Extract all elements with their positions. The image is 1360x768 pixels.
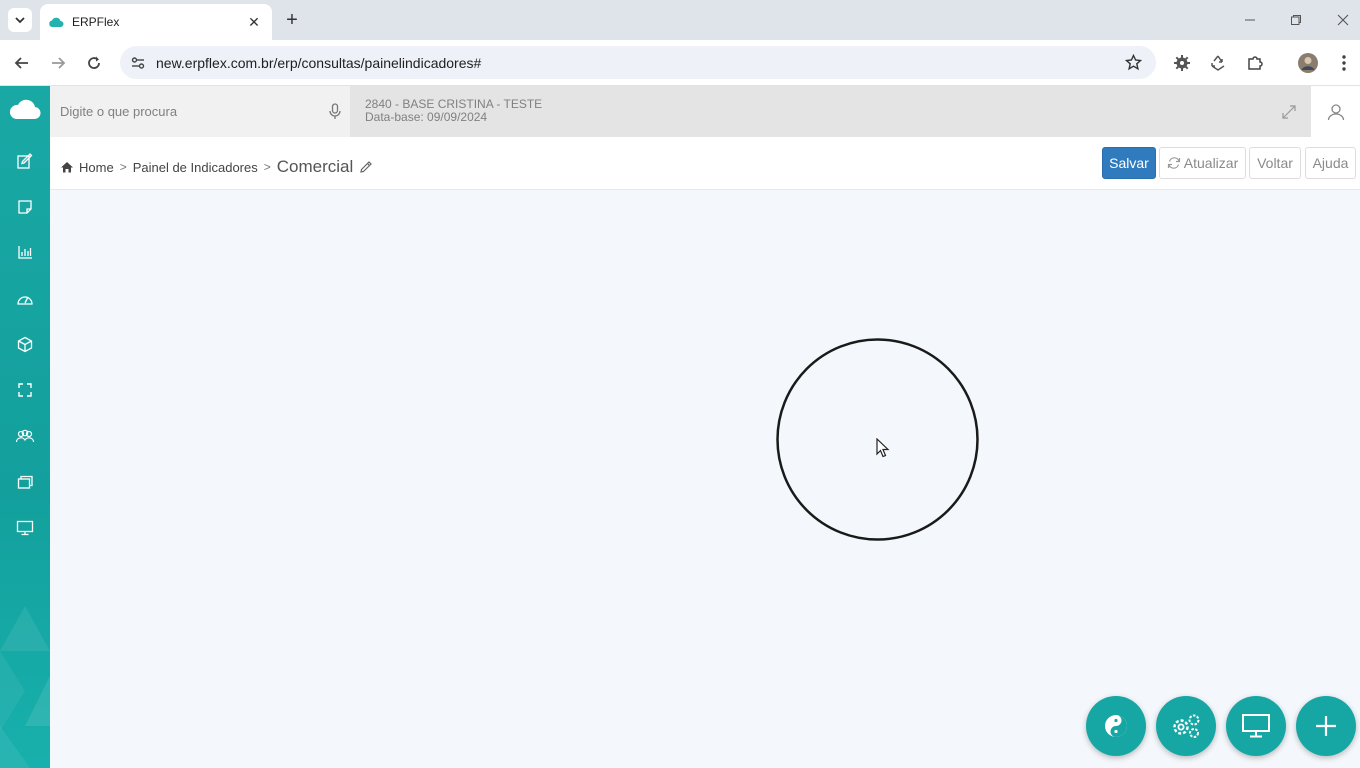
page-header: Home > Painel de Indicadores > Comercial… <box>50 137 1360 190</box>
indicators-panel-content <box>50 190 1360 768</box>
mouse-cursor-icon <box>876 438 890 458</box>
minimize-icon[interactable] <box>1240 10 1260 30</box>
close-tab-icon[interactable]: ✕ <box>244 12 264 32</box>
bookmark-star-icon[interactable] <box>1125 54 1142 71</box>
url-text: new.erpflex.com.br/erp/consultas/paineli… <box>156 54 482 71</box>
site-info-icon[interactable] <box>130 55 146 71</box>
add-fab-button[interactable] <box>1296 696 1356 756</box>
tab-search-button[interactable] <box>8 8 32 32</box>
logo-cloud-icon[interactable] <box>7 96 43 122</box>
browser-toolbar: new.erpflex.com.br/erp/consultas/paineli… <box>0 40 1360 86</box>
tab-title: ERPFlex <box>72 15 120 29</box>
app-sidebar <box>0 86 50 768</box>
address-bar[interactable]: new.erpflex.com.br/erp/consultas/paineli… <box>120 46 1156 79</box>
breadcrumb-separator: > <box>263 160 271 174</box>
forward-icon[interactable] <box>47 52 69 74</box>
monitor-icon <box>1242 714 1270 738</box>
settings-fab-button[interactable] <box>1156 696 1216 756</box>
microphone-icon[interactable] <box>329 103 341 120</box>
users-icon[interactable] <box>14 425 36 447</box>
global-search <box>50 86 350 137</box>
gears-icon <box>1173 714 1200 738</box>
dashboard-icon[interactable] <box>14 288 36 310</box>
back-button[interactable]: Voltar <box>1249 147 1301 179</box>
note-icon[interactable] <box>14 196 36 218</box>
box-icon[interactable] <box>14 333 36 355</box>
company-info[interactable]: 2840 - BASE CRISTINA - TESTE Data-base: … <box>350 86 1311 137</box>
reload-icon[interactable] <box>83 52 105 74</box>
refresh-icon <box>1167 157 1180 169</box>
browser-tab-bar: ERPFlex ✕ + <box>0 0 1360 40</box>
breadcrumb-separator: > <box>119 160 127 174</box>
layers-icon[interactable] <box>14 471 36 493</box>
fullscreen-icon[interactable] <box>14 379 36 401</box>
browser-menu-icon[interactable] <box>1333 52 1355 74</box>
refresh-button[interactable]: Atualizar <box>1159 147 1246 179</box>
cloud-icon <box>49 17 64 27</box>
refresh-label: Atualizar <box>1183 155 1239 171</box>
browser-tab[interactable]: ERPFlex ✕ <box>40 4 272 40</box>
home-icon <box>61 162 73 173</box>
restore-icon[interactable] <box>1286 10 1306 30</box>
pencil-icon[interactable] <box>359 160 373 174</box>
page-title: Comercial <box>276 157 354 176</box>
breadcrumb: Home > Painel de Indicadores > Comercial <box>60 157 373 177</box>
profile-avatar[interactable] <box>1297 52 1319 74</box>
user-icon <box>1327 103 1344 120</box>
theme-fab-button[interactable] <box>1086 696 1146 756</box>
plus-icon <box>1316 716 1336 736</box>
new-tab-button[interactable]: + <box>282 10 302 30</box>
user-menu[interactable] <box>1311 86 1360 137</box>
recycle-icon[interactable] <box>1207 52 1229 74</box>
extensions-puzzle-icon[interactable] <box>1244 52 1266 74</box>
bar-chart-icon[interactable] <box>14 241 36 263</box>
back-icon[interactable] <box>11 52 33 74</box>
monitor-icon[interactable] <box>14 517 36 539</box>
expand-icon[interactable] <box>1281 104 1297 120</box>
presentation-fab-button[interactable] <box>1226 696 1286 756</box>
breadcrumb-home[interactable]: Home <box>79 160 114 175</box>
close-window-icon[interactable] <box>1333 10 1353 30</box>
save-button[interactable]: Salvar <box>1102 147 1156 179</box>
breadcrumb-painel[interactable]: Painel de Indicadores <box>133 160 258 175</box>
search-input[interactable] <box>60 104 320 119</box>
extension-gear-icon[interactable] <box>1171 52 1193 74</box>
company-name: 2840 - BASE CRISTINA - TESTE <box>365 97 543 111</box>
yin-yang-icon <box>1105 715 1127 737</box>
data-base-date: Data-base: 09/09/2024 <box>365 110 488 124</box>
edit-icon[interactable] <box>14 150 36 172</box>
chevron-down-icon <box>15 17 25 24</box>
help-button[interactable]: Ajuda <box>1305 147 1356 179</box>
